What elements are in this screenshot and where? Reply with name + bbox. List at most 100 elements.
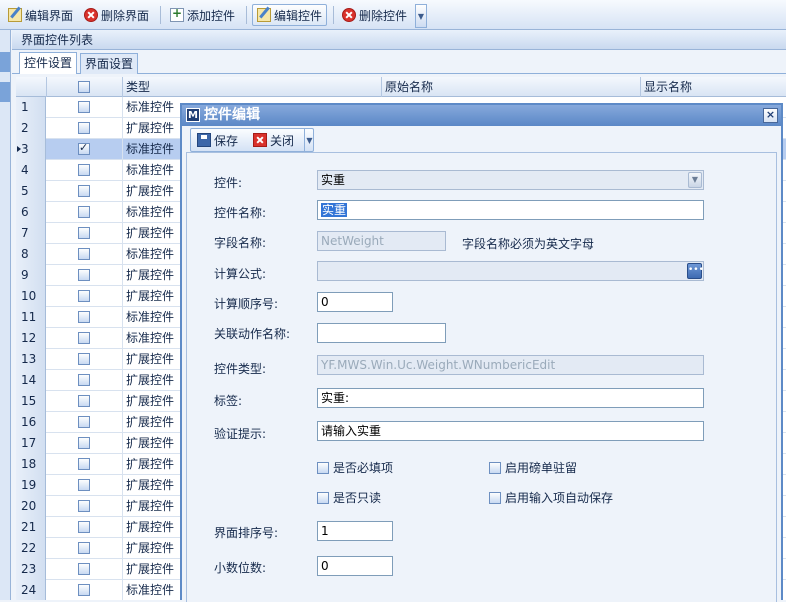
save-button[interactable]: 保存 xyxy=(197,131,238,149)
control-select[interactable]: 实重 ▼ xyxy=(317,170,704,190)
row-type-cell[interactable]: 标准控件 xyxy=(126,202,174,223)
row-checkbox[interactable] xyxy=(78,542,90,554)
field-name-input[interactable]: NetWeight xyxy=(317,231,446,251)
row-checkbox[interactable] xyxy=(78,374,90,386)
row-header[interactable]: 4 xyxy=(16,160,46,181)
row-checkbox[interactable] xyxy=(78,290,90,302)
toolbar-overflow-chevron-down-icon[interactable]: ▼ xyxy=(415,4,427,28)
chevron-down-icon[interactable]: ▼ xyxy=(688,172,702,188)
row-header[interactable]: 9 xyxy=(16,265,46,286)
row-header[interactable]: 22 xyxy=(16,538,46,559)
row-checkbox[interactable] xyxy=(78,269,90,281)
row-checkbox[interactable] xyxy=(78,521,90,533)
row-checkbox[interactable] xyxy=(78,500,90,512)
row-header[interactable]: 10 xyxy=(16,286,46,307)
enable-pound-checkbox[interactable]: 启用磅单驻留 xyxy=(489,459,577,476)
close-button[interactable]: 关闭 xyxy=(253,131,294,149)
row-type-cell[interactable]: 扩展控件 xyxy=(126,370,174,391)
row-type-cell[interactable]: 扩展控件 xyxy=(126,391,174,412)
row-header[interactable]: 13 xyxy=(16,349,46,370)
delete-control-button[interactable]: 删除控件 xyxy=(338,4,411,26)
row-checkbox[interactable] xyxy=(78,353,90,365)
row-type-cell[interactable]: 标准控件 xyxy=(126,328,174,349)
row-header[interactable]: 19 xyxy=(16,475,46,496)
row-checkbox[interactable] xyxy=(78,141,90,155)
row-checkbox[interactable] xyxy=(78,563,90,575)
row-checkbox[interactable] xyxy=(78,185,90,197)
row-checkbox[interactable] xyxy=(78,122,90,134)
row-header[interactable]: 1 xyxy=(16,97,46,118)
dialog-title-bar[interactable]: M 控件编辑 × xyxy=(182,105,781,126)
row-header[interactable]: 7 xyxy=(16,223,46,244)
row-checkbox[interactable] xyxy=(78,101,90,113)
row-checkbox[interactable] xyxy=(78,164,90,176)
ellipsis-icon[interactable]: ••• xyxy=(687,263,703,279)
row-type-cell[interactable]: 扩展控件 xyxy=(126,286,174,307)
control-name-input[interactable]: 实重 xyxy=(317,200,704,220)
row-checkbox[interactable] xyxy=(78,311,90,323)
row-type-cell[interactable]: 标准控件 xyxy=(126,307,174,328)
formula-input[interactable]: ••• xyxy=(317,261,704,281)
calc-order-input[interactable]: 0 xyxy=(317,292,393,312)
row-checkbox[interactable] xyxy=(78,248,90,260)
row-header[interactable]: 20 xyxy=(16,496,46,517)
row-type-cell[interactable]: 扩展控件 xyxy=(126,496,174,517)
row-header[interactable]: 16 xyxy=(16,412,46,433)
row-type-cell[interactable]: 扩展控件 xyxy=(126,181,174,202)
tab-control-settings[interactable]: 控件设置 xyxy=(19,52,78,74)
column-header-display-name[interactable]: 显示名称 xyxy=(641,77,786,97)
row-type-cell[interactable]: 扩展控件 xyxy=(126,223,174,244)
row-type-cell[interactable]: 标准控件 xyxy=(126,160,174,181)
row-type-cell[interactable]: 扩展控件 xyxy=(126,349,174,370)
row-header[interactable]: 3 xyxy=(16,139,46,160)
row-checkbox[interactable] xyxy=(78,458,90,470)
row-type-cell[interactable]: 扩展控件 xyxy=(126,538,174,559)
row-type-cell[interactable]: 标准控件 xyxy=(126,244,174,265)
row-type-cell[interactable]: 扩展控件 xyxy=(126,454,174,475)
row-checkbox[interactable] xyxy=(78,227,90,239)
row-checkbox[interactable] xyxy=(78,332,90,344)
row-type-cell[interactable]: 扩展控件 xyxy=(126,118,174,139)
row-header[interactable]: 21 xyxy=(16,517,46,538)
row-header[interactable]: 17 xyxy=(16,433,46,454)
row-checkbox[interactable] xyxy=(78,206,90,218)
row-header[interactable]: 8 xyxy=(16,244,46,265)
action-name-input[interactable] xyxy=(317,323,446,343)
select-all-checkbox[interactable] xyxy=(78,81,90,93)
readonly-checkbox[interactable]: 是否只读 xyxy=(317,489,381,506)
row-header[interactable]: 15 xyxy=(16,391,46,412)
row-header[interactable]: 6 xyxy=(16,202,46,223)
row-header[interactable]: 14 xyxy=(16,370,46,391)
row-header[interactable]: 18 xyxy=(16,454,46,475)
decimal-places-input[interactable]: 0 xyxy=(317,556,393,576)
delete-page-button[interactable]: 删除界面 xyxy=(80,4,153,26)
validate-hint-input[interactable]: 请输入实重 xyxy=(317,421,704,441)
edit-control-button[interactable]: 编辑控件 xyxy=(252,4,328,26)
close-icon[interactable]: × xyxy=(763,108,778,123)
row-type-cell[interactable]: 扩展控件 xyxy=(126,517,174,538)
row-checkbox[interactable] xyxy=(78,479,90,491)
sort-order-input[interactable]: 1 xyxy=(317,521,393,541)
row-header[interactable]: 24 xyxy=(16,580,46,600)
row-checkbox[interactable] xyxy=(78,416,90,428)
row-checkbox[interactable] xyxy=(78,395,90,407)
row-header[interactable]: 23 xyxy=(16,559,46,580)
row-type-cell[interactable]: 扩展控件 xyxy=(126,412,174,433)
edit-page-button[interactable]: 编辑界面 xyxy=(4,4,77,26)
row-type-cell[interactable]: 标准控件 xyxy=(126,580,174,600)
row-header[interactable]: 11 xyxy=(16,307,46,328)
row-header[interactable]: 5 xyxy=(16,181,46,202)
column-header-original-name[interactable]: 原始名称 xyxy=(382,77,641,97)
row-type-cell[interactable]: 扩展控件 xyxy=(126,475,174,496)
column-header-type[interactable]: 类型 xyxy=(123,77,382,97)
add-control-button[interactable]: 添加控件 xyxy=(166,4,239,26)
dialog-toolbar-chevron-down-icon[interactable]: ▼ xyxy=(304,129,314,151)
row-checkbox[interactable] xyxy=(78,437,90,449)
row-type-cell[interactable]: 扩展控件 xyxy=(126,559,174,580)
required-checkbox[interactable]: 是否必填项 xyxy=(317,459,393,476)
row-type-cell[interactable]: 标准控件 xyxy=(126,139,174,160)
row-header[interactable]: 2 xyxy=(16,118,46,139)
tab-page-settings[interactable]: 界面设置 xyxy=(80,53,139,74)
enable-autosave-checkbox[interactable]: 启用输入项自动保存 xyxy=(489,489,613,506)
control-type-input[interactable]: YF.MWS.Win.Uc.Weight.WNumbericEdit xyxy=(317,355,704,375)
